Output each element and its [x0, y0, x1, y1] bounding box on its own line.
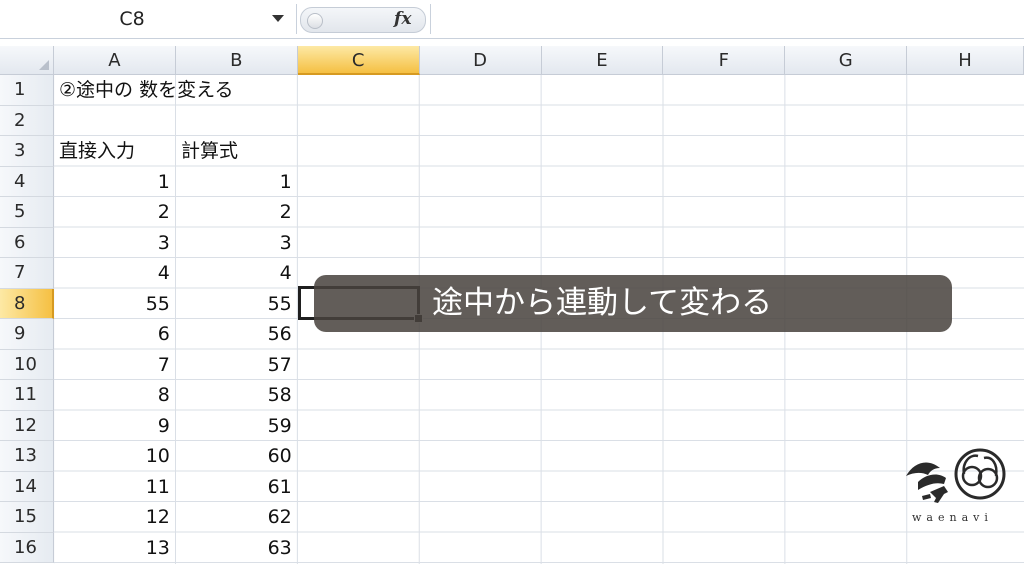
cell-b11[interactable]: 58 [176, 380, 298, 411]
column-header-e[interactable]: E [541, 46, 664, 75]
row-header-15[interactable]: 15 [0, 502, 54, 533]
row-header-10[interactable]: 10 [0, 349, 54, 380]
cell-a1[interactable]: ②途中の 数を変える [54, 75, 294, 106]
cell-b16[interactable]: 63 [176, 533, 298, 564]
column-header-d[interactable]: D [419, 46, 542, 75]
cell-a3[interactable]: 直接入力 [54, 136, 176, 167]
row-header-4[interactable]: 4 [0, 166, 54, 197]
row-header-7[interactable]: 7 [0, 258, 54, 289]
row-header-14[interactable]: 14 [0, 471, 54, 502]
cell-a5[interactable]: 2 [54, 197, 176, 228]
cell-b3[interactable]: 計算式 [176, 136, 298, 167]
cell-b9[interactable]: 56 [176, 319, 298, 350]
cell-a16[interactable]: 13 [54, 533, 176, 564]
cell-a10[interactable]: 7 [54, 350, 176, 381]
cell-a15[interactable]: 12 [54, 502, 176, 533]
cell-a12[interactable]: 9 [54, 411, 176, 442]
column-header-f[interactable]: F [663, 46, 786, 75]
logo-text: waenavi [912, 511, 993, 524]
column-header-a[interactable]: A [54, 46, 176, 75]
cell-b15[interactable]: 62 [176, 502, 298, 533]
spreadsheet-window: C8 fx ABCDEFGH 1 2 3 4 5 6 7 8 9 10 11 12 13 14 15 16 ②… [0, 0, 1024, 564]
column-header-c[interactable]: C [297, 46, 420, 75]
cell-a14[interactable]: 11 [54, 472, 176, 503]
resize-handle-icon[interactable] [307, 13, 323, 29]
row-header-5[interactable]: 5 [0, 197, 54, 228]
column-header-g[interactable]: G [785, 46, 908, 75]
cell-b5[interactable]: 2 [176, 197, 298, 228]
row-header-6[interactable]: 6 [0, 227, 54, 258]
cell-b6[interactable]: 3 [176, 228, 298, 259]
cell-b8[interactable]: 55 [176, 289, 298, 320]
select-all-button[interactable] [0, 46, 54, 75]
cell-a8[interactable]: 55 [54, 289, 176, 320]
row-header-3[interactable]: 3 [0, 136, 54, 167]
row-header-2[interactable]: 2 [0, 105, 54, 136]
row-header-16[interactable]: 16 [0, 532, 54, 563]
insert-function-icon[interactable]: fx [394, 7, 411, 31]
row-header-13[interactable]: 13 [0, 441, 54, 472]
cell-b4[interactable]: 1 [176, 167, 298, 198]
cell-b7[interactable]: 4 [176, 258, 298, 289]
function-area: fx [298, 4, 428, 34]
cell-a9[interactable]: 6 [54, 319, 176, 350]
cell-a4[interactable]: 1 [54, 167, 176, 198]
cell-b12[interactable]: 59 [176, 411, 298, 442]
column-header-h[interactable]: H [907, 46, 1024, 75]
row-header-9[interactable]: 9 [0, 319, 54, 350]
cell-b13[interactable]: 60 [176, 441, 298, 472]
name-box-value: C8 [119, 8, 145, 30]
cell-a11[interactable]: 8 [54, 380, 176, 411]
cell-b14[interactable]: 61 [176, 472, 298, 503]
cell-b10[interactable]: 57 [176, 350, 298, 381]
row-header-1[interactable]: 1 [0, 75, 54, 106]
cell-a6[interactable]: 3 [54, 228, 176, 259]
row-header-12[interactable]: 12 [0, 410, 54, 441]
formula-bar: C8 fx [0, 0, 1024, 39]
row-header-11[interactable]: 11 [0, 380, 54, 411]
name-box[interactable]: C8 [0, 4, 297, 34]
formula-input[interactable] [430, 4, 1024, 34]
cell-a7[interactable]: 4 [54, 258, 176, 289]
row-header-8[interactable]: 8 [0, 288, 54, 319]
caption-overlay: 途中から連動して変わる [314, 275, 952, 332]
column-header-b[interactable]: B [175, 46, 298, 75]
select-all-icon [39, 60, 49, 70]
cell-a13[interactable]: 10 [54, 441, 176, 472]
chevron-down-icon[interactable] [272, 15, 284, 22]
